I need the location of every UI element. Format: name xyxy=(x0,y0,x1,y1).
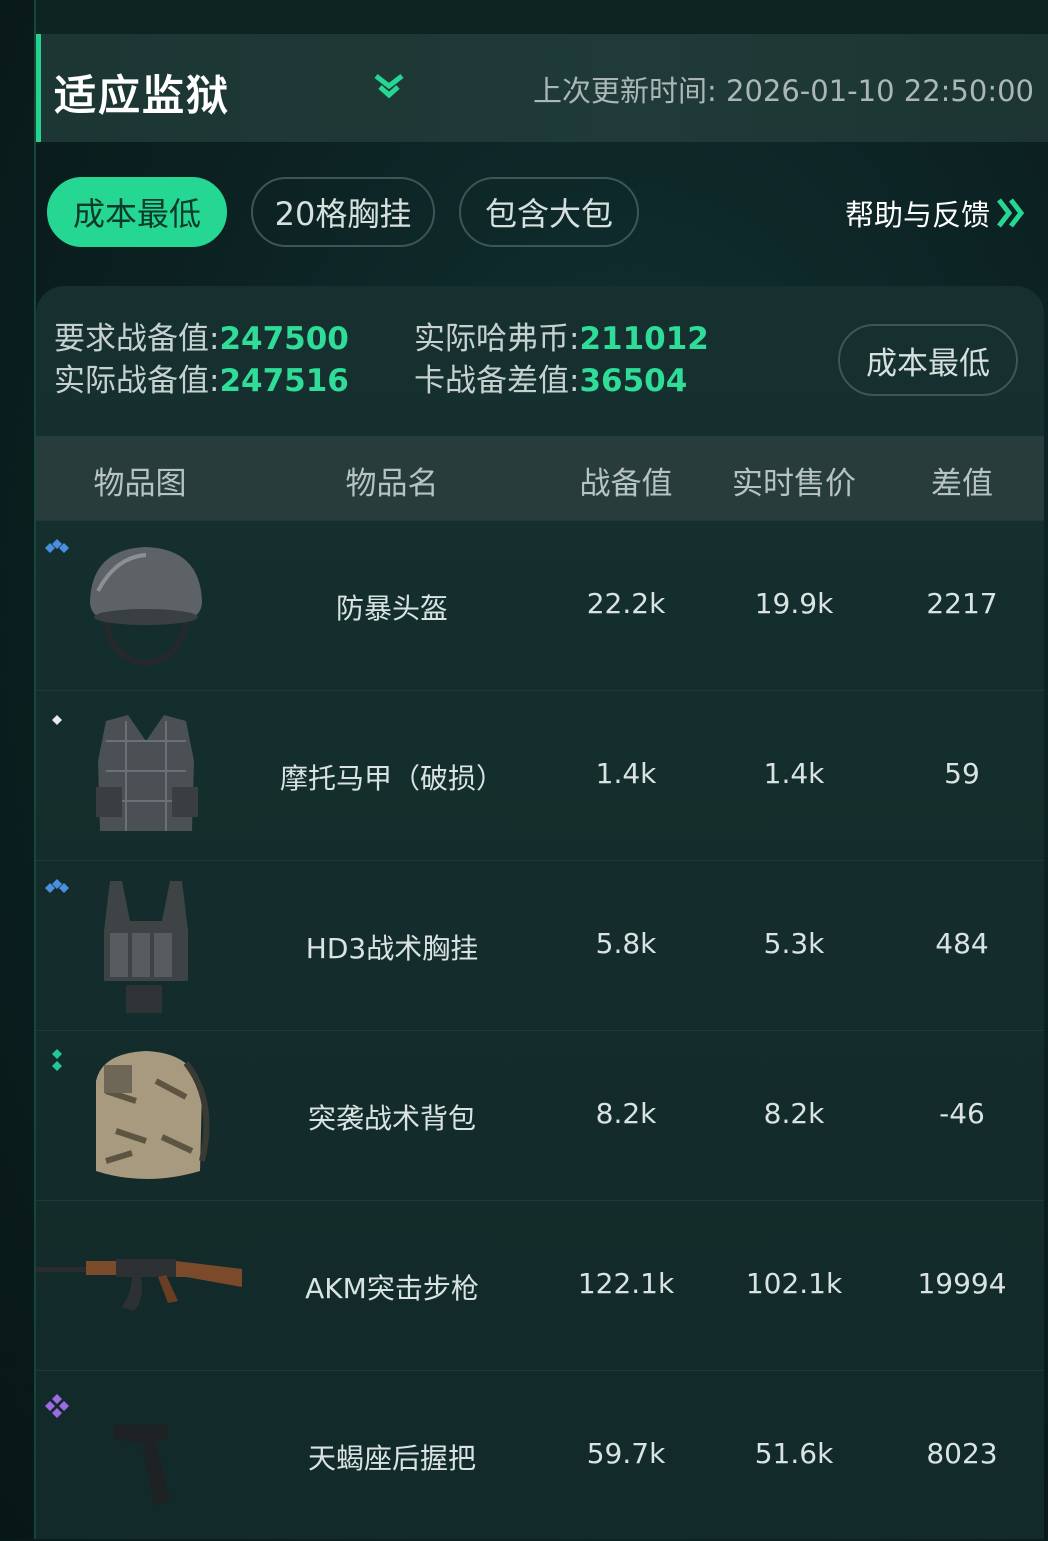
item-gear-value: 8.2k xyxy=(595,1097,657,1130)
item-live-price: 19.9k xyxy=(754,587,834,620)
grip-icon xyxy=(114,1425,170,1505)
tab-20-slot-rig[interactable]: 20格胸挂 xyxy=(251,177,435,247)
actual-coin-value: 211012 xyxy=(579,321,709,357)
actual-value-label: 实际战备值: xyxy=(54,363,220,399)
value-diff-label: 卡战备差值: xyxy=(414,363,580,399)
required-value: 247500 xyxy=(219,321,349,357)
rifle-icon xyxy=(36,1259,242,1311)
top-bar xyxy=(36,0,1048,34)
table-row[interactable]: HD3战术胸挂 5.8k 5.3k 484 xyxy=(36,860,1044,1031)
actual-coin-label: 实际哈弗币: xyxy=(414,321,580,357)
rarity-blue-icon xyxy=(45,539,69,553)
item-gear-value: 1.4k xyxy=(595,757,657,790)
table-row[interactable]: AKM突击步枪 122.1k 102.1k 19994 xyxy=(36,1200,1044,1371)
col-live-price: 实时售价 xyxy=(732,466,856,502)
item-diff: 484 xyxy=(935,927,989,960)
header-accent-bar xyxy=(36,34,41,142)
item-name: 天蝎座后握把 xyxy=(307,1442,477,1475)
item-diff: 59 xyxy=(944,757,980,790)
map-title[interactable]: 适应监狱 xyxy=(54,62,230,123)
item-live-price: 8.2k xyxy=(763,1097,825,1130)
item-live-price: 1.4k xyxy=(763,757,825,790)
item-live-price: 51.6k xyxy=(754,1437,834,1470)
table-row[interactable]: 摩托马甲（破损） 1.4k 1.4k 59 xyxy=(36,690,1044,861)
double-chevron-right-icon xyxy=(997,198,1025,228)
rarity-green-icon xyxy=(52,1049,62,1071)
item-live-price: 102.1k xyxy=(745,1267,843,1300)
vest-icon xyxy=(96,715,198,831)
item-gear-value: 122.1k xyxy=(577,1267,675,1300)
item-gear-value: 59.7k xyxy=(586,1437,666,1470)
col-diff: 差值 xyxy=(931,466,993,502)
rarity-white-icon xyxy=(52,715,62,725)
item-name: 突袭战术背包 xyxy=(307,1102,477,1135)
summary-col-2: 实际哈弗币:211012 卡战备差值:36504 xyxy=(414,318,709,402)
col-item-name: 物品名 xyxy=(345,466,439,502)
mode-button[interactable]: 成本最低 xyxy=(838,324,1018,396)
help-feedback-label: 帮助与反馈 xyxy=(844,198,990,232)
chevron-down-icon[interactable] xyxy=(372,70,406,104)
value-diff: 36504 xyxy=(579,363,688,399)
col-gear-value: 战备值 xyxy=(579,466,673,502)
help-feedback-link[interactable]: 帮助与反馈 xyxy=(845,192,1026,234)
backpack-icon xyxy=(96,1051,210,1179)
required-value-label: 要求战备值: xyxy=(54,321,220,357)
rarity-purple-icon xyxy=(45,1394,69,1418)
table-row[interactable]: 防暴头盔 22.2k 19.9k 2217 xyxy=(36,520,1044,691)
item-name: HD3战术胸挂 xyxy=(305,932,479,965)
item-name: AKM突击步枪 xyxy=(305,1272,479,1305)
last-updated-text: 上次更新时间: 2026-01-10 22:50:00 xyxy=(533,74,1034,108)
item-diff: 8023 xyxy=(926,1437,998,1470)
item-name: 摩托马甲（破损） xyxy=(279,762,505,795)
col-item-image: 物品图 xyxy=(93,466,187,502)
tab-include-large-bag[interactable]: 包含大包 xyxy=(459,177,639,247)
actual-value: 247516 xyxy=(219,363,349,399)
item-live-price: 5.3k xyxy=(763,927,825,960)
item-diff: 19994 xyxy=(917,1267,1007,1300)
item-gear-value: 5.8k xyxy=(595,927,657,960)
tab-lowest-cost[interactable]: 成本最低 xyxy=(47,177,227,247)
item-diff: 2217 xyxy=(926,587,998,620)
table-header: 物品图 物品名 战备值 实时售价 差值 xyxy=(36,436,1044,520)
result-panel: 要求战备值:247500 实际战备值:247516 实际哈弗币:211012 卡… xyxy=(36,286,1044,1539)
summary-col-1: 要求战备值:247500 实际战备值:247516 xyxy=(54,318,349,402)
item-gear-value: 22.2k xyxy=(586,587,666,620)
item-diff: -46 xyxy=(939,1097,985,1130)
item-name: 防暴头盔 xyxy=(335,592,449,625)
table-row[interactable]: 天蝎座后握把 59.7k 51.6k 8023 xyxy=(36,1370,1044,1541)
chest-rig-icon xyxy=(104,881,188,1013)
table-row[interactable]: 突袭战术背包 8.2k 8.2k -46 xyxy=(36,1030,1044,1201)
rarity-blue-icon xyxy=(45,879,69,893)
map-header: 适应监狱 上次更新时间: 2026-01-10 22:50:00 xyxy=(36,34,1048,142)
helmet-icon xyxy=(90,547,202,667)
